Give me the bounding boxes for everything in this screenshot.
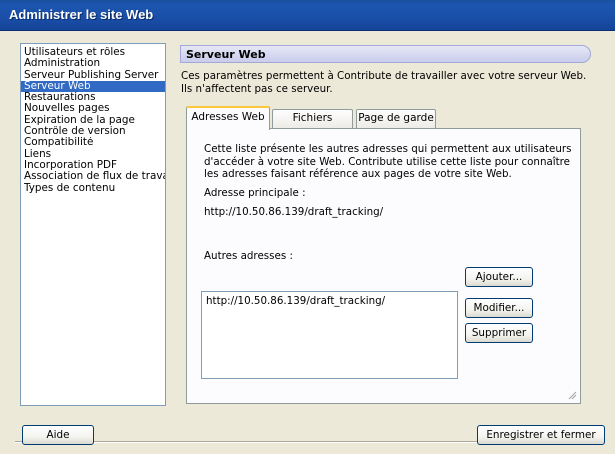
save-and-close-button[interactable]: Enregistrer et fermer <box>477 425 605 445</box>
section-header: Serveur Web <box>180 45 591 63</box>
sidebar-item-web-server[interactable]: Serveur Web <box>21 80 165 93</box>
tab-index-files[interactable]: Fichiers d'index <box>272 109 353 141</box>
sidebar-item-compatibility[interactable]: Compatibilité <box>21 137 165 148</box>
sidebar-item-new-pages[interactable]: Nouvelles pages <box>21 103 165 114</box>
list-item[interactable]: http://10.50.86.139/draft_tracking/ <box>206 295 453 307</box>
sidebar-item-rollbacks[interactable]: Restaurations <box>21 92 165 103</box>
sidebar-item-users-roles[interactable]: Utilisateurs et rôles <box>21 47 165 58</box>
category-list[interactable]: Utilisateurs et rôles Administration Ser… <box>20 43 166 406</box>
sidebar-item-publishing-server[interactable]: Serveur Publishing Server <box>21 70 165 81</box>
primary-address-label: Adresse principale : <box>204 187 306 199</box>
sidebar-item-links[interactable]: Liens <box>21 149 165 160</box>
help-button[interactable]: Aide <box>22 425 94 445</box>
panel-description: Cette liste présente les autres adresses… <box>204 143 572 180</box>
other-addresses-label: Autres adresses : <box>204 250 293 262</box>
dialog-body: Utilisateurs et rôles Administration Ser… <box>0 31 615 454</box>
resize-grip-icon[interactable] <box>567 390 577 400</box>
section-intro: Ces paramètres permettent à Contribute d… <box>181 70 587 95</box>
tab-web-addresses[interactable]: Adresses Web <box>186 106 270 130</box>
sidebar-item-pdf-embedding[interactable]: Incorporation PDF <box>21 160 165 171</box>
sidebar-item-page-expiration[interactable]: Expiration de la page <box>21 115 165 126</box>
primary-address-value: http://10.50.86.139/draft_tracking/ <box>204 206 384 218</box>
other-addresses-list[interactable]: http://10.50.86.139/draft_tracking/ <box>201 291 458 379</box>
sidebar-item-workflow-association[interactable]: Association de flux de travail <box>21 171 165 182</box>
title-bar[interactable]: Administrer le site Web <box>0 0 615 31</box>
delete-address-button[interactable]: Supprimer <box>465 323 533 343</box>
sidebar-item-content-types[interactable]: Types de contenu <box>21 183 165 194</box>
tab-home-page[interactable]: Page de garde <box>356 109 436 129</box>
edit-address-button[interactable]: Modifier... <box>465 298 533 318</box>
sidebar-item-administration[interactable]: Administration <box>21 58 165 69</box>
add-address-button[interactable]: Ajouter... <box>465 267 533 287</box>
section-title: Serveur Web <box>186 48 266 61</box>
sidebar-item-version-control[interactable]: Contrôle de version <box>21 126 165 137</box>
window-title: Administrer le site Web <box>9 7 154 22</box>
